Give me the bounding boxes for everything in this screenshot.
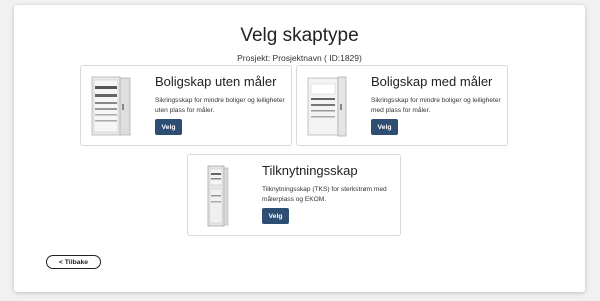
main-panel: Velg skaptype Prosjekt: Prosjektnavn ( I… [14, 5, 585, 292]
card-description: Tilknytningsskap (TKS) for sterkstrøm me… [262, 186, 387, 203]
page-title: Velg skaptype [240, 25, 359, 46]
velg-button[interactable]: Velg [262, 208, 289, 224]
velg-button[interactable]: Velg [371, 119, 398, 135]
project-label: Prosjekt: Prosjektnavn ( ID:1829) [237, 53, 362, 63]
cabinet-meter-icon [305, 76, 349, 138]
card-description: Sikringsskap for mindre boliger og leili… [371, 97, 501, 114]
card-title: Boligskap med måler [371, 74, 493, 89]
velg-button[interactable]: Velg [155, 119, 182, 135]
card-title: Tilknytningsskap [262, 163, 358, 178]
back-button[interactable]: < Tilbake [46, 255, 101, 269]
tall-cabinet-icon [196, 165, 240, 227]
card-title: Boligskap uten måler [155, 74, 277, 89]
card-description: Sikringsskap for mindre boliger og leili… [155, 97, 285, 114]
card-boligskap-uten-maler[interactable]: Boligskap uten måler Sikringsskap for mi… [80, 65, 292, 146]
cabinet-open-icon [89, 76, 133, 138]
card-boligskap-med-maler[interactable]: Boligskap med måler Sikringsskap for min… [296, 65, 508, 146]
card-tilknytningsskap[interactable]: Tilknytningsskap Tilknytningsskap (TKS) … [187, 154, 401, 236]
